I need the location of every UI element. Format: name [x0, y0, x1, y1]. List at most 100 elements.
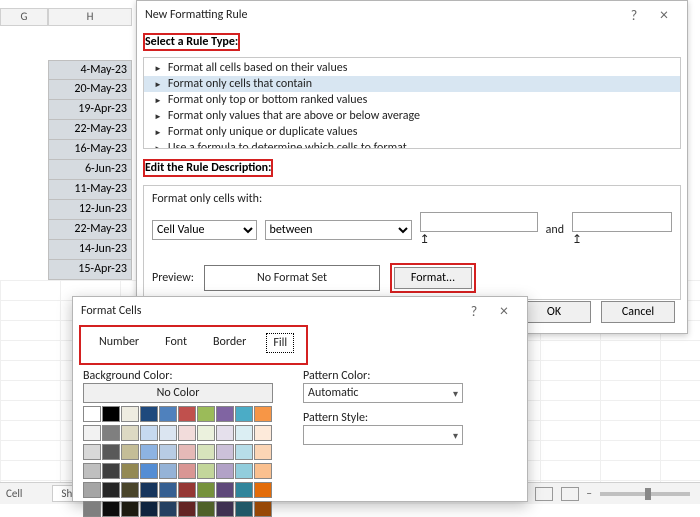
- color-swatch[interactable]: [159, 406, 177, 422]
- ok-button[interactable]: OK: [517, 301, 591, 323]
- cell[interactable]: 19-Apr-23: [48, 100, 132, 120]
- color-swatch[interactable]: [83, 463, 101, 479]
- color-swatch[interactable]: [216, 406, 234, 422]
- color-swatch[interactable]: [178, 425, 196, 441]
- rule-type-item[interactable]: Format only cells that contain: [144, 76, 680, 92]
- color-swatch[interactable]: [197, 501, 215, 517]
- pattern-style-select[interactable]: ▾: [303, 425, 463, 445]
- color-swatch[interactable]: [159, 444, 177, 460]
- color-swatch[interactable]: [121, 406, 139, 422]
- color-swatch[interactable]: [235, 425, 253, 441]
- color-swatch[interactable]: [197, 406, 215, 422]
- color-swatch[interactable]: [121, 425, 139, 441]
- rule-type-item[interactable]: Format only unique or duplicate values: [144, 124, 680, 140]
- color-swatch[interactable]: [121, 463, 139, 479]
- color-swatch[interactable]: [197, 444, 215, 460]
- column-header-g[interactable]: G: [0, 8, 48, 26]
- color-swatch[interactable]: [83, 482, 101, 498]
- cell[interactable]: 16-May-23: [48, 140, 132, 160]
- color-swatch[interactable]: [254, 482, 272, 498]
- color-swatch[interactable]: [197, 425, 215, 441]
- cell[interactable]: 6-Jun-23: [48, 160, 132, 180]
- color-swatch[interactable]: [178, 482, 196, 498]
- color-swatch[interactable]: [235, 501, 253, 517]
- tab-fill[interactable]: Fill: [266, 333, 294, 353]
- color-swatch[interactable]: [178, 444, 196, 460]
- color-swatch[interactable]: [140, 463, 158, 479]
- view-page-break-icon[interactable]: [561, 487, 579, 501]
- range-picker-icon[interactable]: ↥: [572, 232, 672, 247]
- cell[interactable]: 15-Apr-23: [48, 260, 132, 280]
- color-swatch[interactable]: [140, 482, 158, 498]
- color-swatch[interactable]: [121, 501, 139, 517]
- rule-type-item[interactable]: Format only top or bottom ranked values: [144, 92, 680, 108]
- help-icon[interactable]: ?: [619, 7, 649, 24]
- range-picker-icon[interactable]: ↥: [420, 232, 538, 247]
- color-swatch[interactable]: [254, 406, 272, 422]
- color-swatch[interactable]: [178, 501, 196, 517]
- cell[interactable]: 22-May-23: [48, 120, 132, 140]
- color-swatch[interactable]: [159, 463, 177, 479]
- zoom-slider[interactable]: [600, 492, 690, 496]
- condition-target-select[interactable]: Cell Value: [152, 220, 257, 240]
- color-swatch[interactable]: [121, 482, 139, 498]
- cancel-button[interactable]: Cancel: [601, 301, 675, 323]
- format-button[interactable]: Format...: [394, 267, 472, 289]
- color-swatch[interactable]: [254, 444, 272, 460]
- condition-value-2-input[interactable]: [572, 212, 672, 232]
- color-swatch[interactable]: [235, 463, 253, 479]
- color-swatch[interactable]: [216, 501, 234, 517]
- color-swatch[interactable]: [159, 425, 177, 441]
- color-swatch[interactable]: [197, 482, 215, 498]
- cell[interactable]: 20-May-23: [48, 80, 132, 100]
- color-swatch[interactable]: [216, 482, 234, 498]
- color-swatch[interactable]: [140, 501, 158, 517]
- close-icon[interactable]: ×: [649, 6, 679, 25]
- color-swatch[interactable]: [254, 501, 272, 517]
- close-icon[interactable]: ×: [489, 302, 519, 321]
- color-swatch[interactable]: [254, 425, 272, 441]
- color-swatch[interactable]: [254, 463, 272, 479]
- column-header-h[interactable]: H: [48, 8, 132, 26]
- tab-number[interactable]: Number: [93, 333, 145, 353]
- zoom-out-icon[interactable]: −: [587, 487, 592, 500]
- color-swatch[interactable]: [121, 444, 139, 460]
- cell[interactable]: 14-Jun-23: [48, 240, 132, 260]
- color-swatch[interactable]: [102, 501, 120, 517]
- help-icon[interactable]: ?: [459, 303, 489, 320]
- rule-type-item[interactable]: Format all cells based on their values: [144, 60, 680, 76]
- color-swatch[interactable]: [140, 444, 158, 460]
- color-swatch[interactable]: [83, 444, 101, 460]
- cell[interactable]: 22-May-23: [48, 220, 132, 240]
- tab-font[interactable]: Font: [159, 333, 193, 353]
- cell[interactable]: 4-May-23: [48, 60, 132, 80]
- cell[interactable]: 11-May-23: [48, 180, 132, 200]
- color-swatch[interactable]: [235, 482, 253, 498]
- color-swatch[interactable]: [178, 463, 196, 479]
- color-swatch[interactable]: [235, 406, 253, 422]
- color-swatch[interactable]: [102, 425, 120, 441]
- condition-operator-select[interactable]: between: [265, 220, 412, 240]
- color-swatch[interactable]: [102, 463, 120, 479]
- rule-type-item[interactable]: Format only values that are above or bel…: [144, 108, 680, 124]
- condition-value-1-input[interactable]: [420, 212, 538, 232]
- color-swatch[interactable]: [83, 425, 101, 441]
- view-page-layout-icon[interactable]: [535, 487, 553, 501]
- color-swatch[interactable]: [102, 482, 120, 498]
- color-swatch[interactable]: [140, 406, 158, 422]
- color-swatch[interactable]: [216, 463, 234, 479]
- rule-type-list[interactable]: Format all cells based on their valuesFo…: [143, 57, 681, 149]
- color-swatch[interactable]: [159, 501, 177, 517]
- tab-border[interactable]: Border: [207, 333, 252, 353]
- color-swatch[interactable]: [197, 463, 215, 479]
- color-swatch[interactable]: [102, 444, 120, 460]
- no-color-button[interactable]: No Color: [83, 383, 273, 403]
- color-swatch[interactable]: [178, 406, 196, 422]
- selected-cell-range[interactable]: 4-May-2320-May-2319-Apr-2322-May-2316-Ma…: [48, 60, 132, 280]
- color-swatch[interactable]: [102, 406, 120, 422]
- cell[interactable]: 12-Jun-23: [48, 200, 132, 220]
- color-swatch[interactable]: [140, 425, 158, 441]
- color-swatch[interactable]: [83, 406, 101, 422]
- color-swatch[interactable]: [216, 444, 234, 460]
- color-swatch[interactable]: [216, 425, 234, 441]
